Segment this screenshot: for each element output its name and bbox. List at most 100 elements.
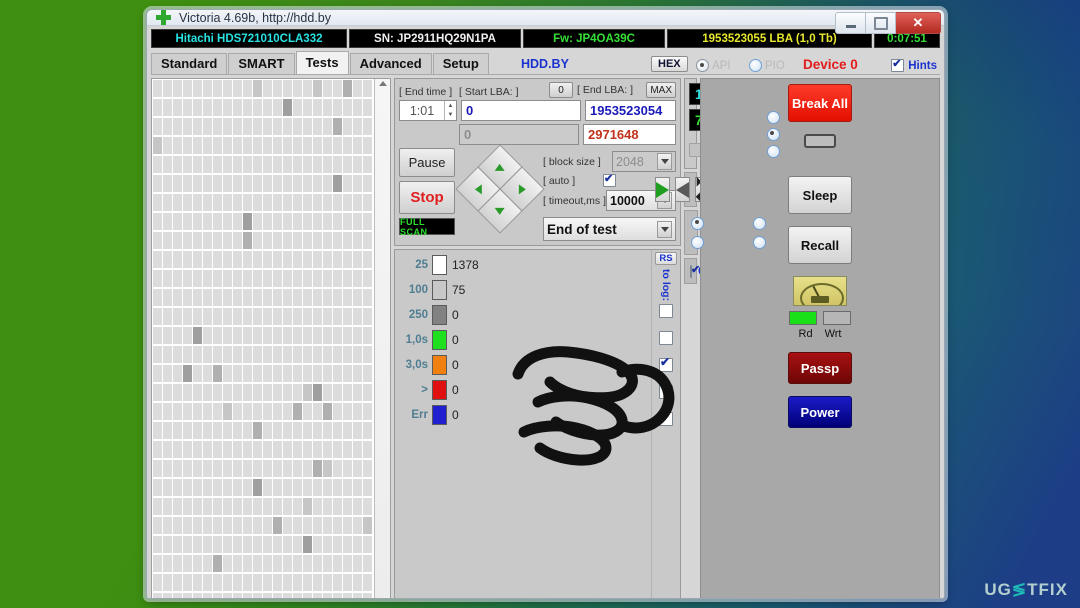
to-log-checkbox[interactable] bbox=[659, 331, 674, 346]
surface-map-cell bbox=[213, 460, 222, 477]
surface-map-cell bbox=[153, 593, 162, 598]
start-lba-zero-button[interactable]: 0 bbox=[549, 82, 573, 98]
auto-checkbox[interactable] bbox=[603, 172, 617, 187]
end-time-arrows[interactable]: ▲ ▼ bbox=[444, 101, 456, 120]
surface-map-cell bbox=[313, 536, 322, 553]
radio-icon bbox=[766, 127, 780, 141]
start-lba-input[interactable]: 0 bbox=[461, 100, 581, 121]
pause-button[interactable]: Pause bbox=[399, 148, 455, 177]
legend-threshold: Err bbox=[411, 408, 428, 421]
tab-advanced[interactable]: Advanced bbox=[349, 53, 432, 74]
surface-map-cell bbox=[353, 175, 362, 192]
direction-pad[interactable] bbox=[455, 144, 545, 234]
break-all-button[interactable]: Break All bbox=[788, 84, 852, 122]
map-scrollbar[interactable] bbox=[374, 79, 390, 598]
tab-setup[interactable]: Setup bbox=[432, 53, 489, 74]
end-of-test-select[interactable]: End of test bbox=[543, 217, 677, 241]
surface-map-cell bbox=[153, 574, 162, 591]
surface-map-cell bbox=[353, 156, 362, 173]
to-log-checkbox[interactable] bbox=[659, 385, 674, 400]
surface-map-cell bbox=[293, 574, 302, 591]
surface-map-cell bbox=[343, 403, 352, 420]
surface-map-cell bbox=[243, 251, 252, 268]
device-indicator[interactable]: Device 0 bbox=[803, 57, 858, 72]
surface-map-cell bbox=[153, 441, 162, 458]
hex-button[interactable]: HEX bbox=[651, 56, 688, 72]
surface-map-cell bbox=[303, 80, 312, 97]
passport-button[interactable]: Passp bbox=[788, 352, 852, 384]
surface-map-cell bbox=[263, 460, 272, 477]
surface-map-cell bbox=[343, 251, 352, 268]
surface-map-cell bbox=[213, 80, 222, 97]
legend-count: 0 bbox=[452, 332, 459, 347]
tab-tests[interactable]: Tests bbox=[295, 51, 349, 74]
surface-map-cell bbox=[213, 213, 222, 230]
end-time-spinner[interactable]: 1:01 ▲ ▼ bbox=[399, 100, 457, 121]
chevron-down-icon[interactable] bbox=[657, 153, 673, 170]
surface-map-cell bbox=[353, 346, 362, 363]
to-log-checkbox[interactable] bbox=[659, 304, 674, 319]
surface-map-cell bbox=[243, 270, 252, 287]
surface-map-cell bbox=[173, 137, 182, 154]
recall-button[interactable]: Recall bbox=[788, 226, 852, 264]
minimize-button[interactable] bbox=[835, 12, 866, 34]
end-lba-secondary-input[interactable]: 2971648 bbox=[583, 124, 677, 145]
block-size-select[interactable]: 2048 bbox=[612, 151, 677, 172]
surface-map-cell bbox=[213, 175, 222, 192]
surface-map-cell bbox=[263, 194, 272, 211]
maximize-button[interactable] bbox=[866, 12, 896, 34]
surface-map-cell bbox=[313, 308, 322, 325]
surface-map-cell bbox=[353, 403, 362, 420]
to-log-checkbox[interactable] bbox=[659, 409, 674, 427]
surface-map[interactable] bbox=[152, 79, 374, 598]
surface-map-cell bbox=[323, 308, 332, 325]
power-button[interactable]: Power bbox=[788, 396, 852, 428]
surface-map-cell bbox=[333, 194, 342, 211]
surface-map-cell bbox=[153, 346, 162, 363]
surface-map-cell bbox=[193, 593, 202, 598]
surface-map-cell bbox=[213, 422, 222, 439]
surface-map-cell bbox=[203, 460, 212, 477]
scroll-up-icon[interactable] bbox=[378, 81, 387, 86]
surface-map-cell bbox=[203, 555, 212, 572]
surface-map-cell bbox=[163, 574, 172, 591]
api-mode-radio[interactable]: API bbox=[696, 59, 731, 72]
rs-button[interactable]: RS bbox=[655, 252, 677, 265]
surface-map-cell bbox=[163, 593, 172, 598]
control-top: [ End time ] [ Start LBA: ] 0 [ End LBA:… bbox=[394, 78, 831, 598]
surface-map-cell bbox=[333, 517, 342, 534]
surface-map-cell bbox=[243, 479, 252, 496]
radio-icon bbox=[696, 59, 709, 72]
surface-map-cell bbox=[253, 517, 262, 534]
play-backward-button[interactable] bbox=[674, 177, 690, 202]
surface-map-cell bbox=[283, 308, 292, 325]
surface-map-cell bbox=[193, 498, 202, 515]
pio-mode-radio[interactable]: PIO bbox=[749, 59, 785, 72]
sleep-button[interactable]: Sleep bbox=[788, 176, 852, 214]
surface-map-cell bbox=[233, 156, 242, 173]
surface-map-cell bbox=[193, 251, 202, 268]
grid-checkbox[interactable] bbox=[690, 263, 700, 278]
gauge-icon[interactable] bbox=[793, 276, 847, 306]
stop-button[interactable]: Stop bbox=[399, 181, 455, 214]
surface-map-cell bbox=[203, 80, 212, 97]
surface-map-cell bbox=[303, 289, 312, 306]
surface-map-cell bbox=[183, 384, 192, 401]
tab-standard[interactable]: Standard bbox=[151, 53, 228, 74]
to-log-checkbox[interactable] bbox=[659, 355, 674, 373]
site-link[interactable]: HDD.BY bbox=[521, 57, 569, 71]
chevron-down-icon[interactable] bbox=[657, 220, 673, 238]
surface-map-cell bbox=[323, 479, 332, 496]
play-forward-button[interactable] bbox=[654, 177, 670, 202]
hints-checkbox[interactable]: Hints bbox=[891, 57, 937, 72]
surface-map-cell bbox=[283, 403, 292, 420]
start-lba-secondary-input[interactable]: 0 bbox=[459, 124, 579, 145]
surface-map-cell bbox=[333, 289, 342, 306]
surface-map-cell bbox=[283, 251, 292, 268]
close-button[interactable]: ✕ bbox=[896, 12, 941, 34]
end-lba-input[interactable]: 1953523054 bbox=[585, 100, 677, 121]
tab-smart[interactable]: SMART bbox=[228, 53, 295, 74]
surface-map-cell bbox=[173, 118, 182, 135]
surface-map-cell bbox=[183, 118, 192, 135]
end-lba-max-button[interactable]: MAX bbox=[646, 82, 677, 98]
